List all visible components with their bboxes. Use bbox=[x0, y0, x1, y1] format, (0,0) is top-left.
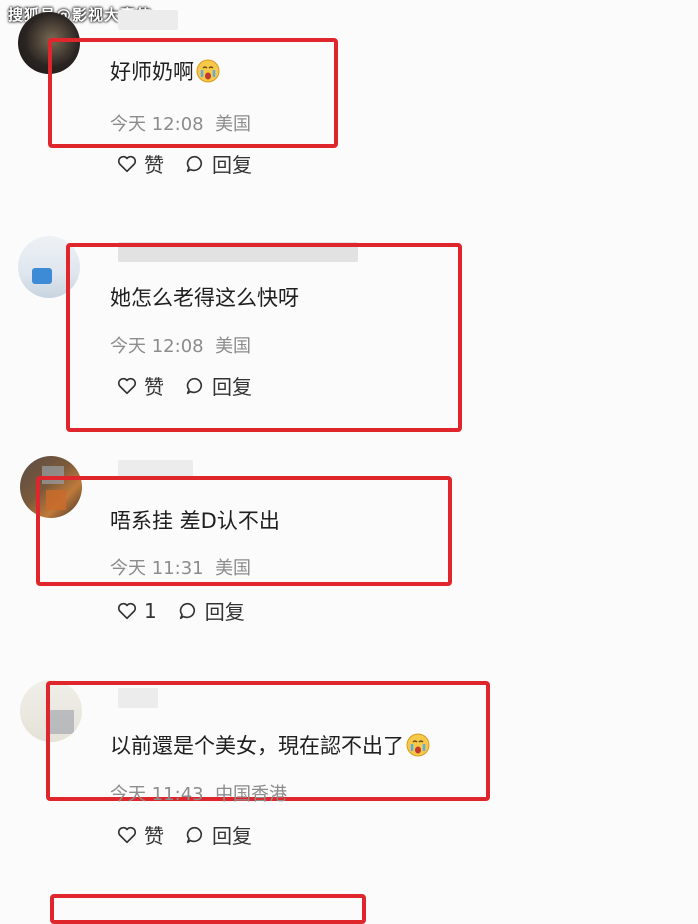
like-button[interactable]: 1 bbox=[116, 599, 157, 623]
reply-button[interactable]: 回复 bbox=[184, 371, 252, 400]
comment-time: 今天 12:08 bbox=[110, 114, 204, 135]
like-label: 赞 bbox=[144, 153, 164, 177]
comment-text: 以前還是个美女，現在認不出了 bbox=[110, 730, 430, 760]
comment-meta: 今天 12:08 美国 bbox=[110, 110, 251, 136]
blurred-username bbox=[118, 10, 178, 30]
comment-body: 以前還是个美女，現在認不出了 bbox=[110, 734, 404, 758]
speech-bubble-icon bbox=[179, 602, 195, 619]
like-label: 赞 bbox=[144, 824, 164, 848]
comment-body: 她怎么老得这么快呀 bbox=[110, 286, 299, 310]
speech-bubble-icon bbox=[186, 826, 203, 843]
comment-time: 今天 12:08 bbox=[110, 336, 204, 357]
comment-location: 中国香港 bbox=[215, 784, 288, 805]
comment-text: 唔系挂 差D认不出 bbox=[110, 505, 280, 535]
reply-button[interactable]: 回复 bbox=[184, 149, 252, 178]
speech-bubble-icon bbox=[186, 377, 203, 394]
comment-location: 美国 bbox=[215, 114, 252, 135]
comment-actions: 赞 回复 bbox=[116, 371, 252, 400]
comment-meta: 今天 12:08 美国 bbox=[110, 332, 251, 358]
crying-face-icon bbox=[406, 733, 430, 757]
comment-time: 今天 11:31 bbox=[110, 558, 204, 579]
speech-bubble-icon bbox=[186, 155, 203, 172]
comment-location: 美国 bbox=[215, 336, 252, 357]
like-label: 赞 bbox=[144, 375, 164, 399]
comment-meta: 今天 11:43 中国香港 bbox=[110, 780, 287, 806]
comment-actions: 1 回复 bbox=[116, 596, 245, 625]
reply-button[interactable]: 回复 bbox=[184, 820, 252, 849]
like-button[interactable]: 赞 bbox=[116, 371, 164, 400]
comment-time: 今天 11:43 bbox=[110, 784, 204, 805]
heart-icon bbox=[117, 826, 137, 843]
reply-label: 回复 bbox=[212, 824, 252, 848]
comment-meta: 今天 11:31 美国 bbox=[110, 554, 251, 580]
reply-label: 回复 bbox=[212, 153, 252, 177]
heart-icon bbox=[117, 602, 137, 619]
comment-body: 好师奶啊 bbox=[110, 60, 194, 84]
reply-label: 回复 bbox=[204, 600, 245, 624]
crying-face-icon bbox=[196, 59, 220, 83]
heart-icon bbox=[117, 155, 137, 172]
like-button[interactable]: 赞 bbox=[116, 149, 164, 178]
reply-button[interactable]: 回复 bbox=[177, 596, 245, 625]
comment-body: 唔系挂 差D认不出 bbox=[110, 509, 280, 533]
highlight-box bbox=[50, 894, 366, 924]
like-count: 1 bbox=[144, 598, 157, 623]
heart-icon bbox=[117, 377, 137, 394]
reply-label: 回复 bbox=[212, 375, 252, 399]
comment-location: 美国 bbox=[215, 558, 252, 579]
like-button[interactable]: 赞 bbox=[116, 820, 164, 849]
comment-actions: 赞 回复 bbox=[116, 149, 252, 178]
comment-text: 好师奶啊 bbox=[110, 56, 220, 86]
comment-text: 她怎么老得这么快呀 bbox=[110, 282, 299, 312]
comment-actions: 赞 回复 bbox=[116, 820, 252, 849]
